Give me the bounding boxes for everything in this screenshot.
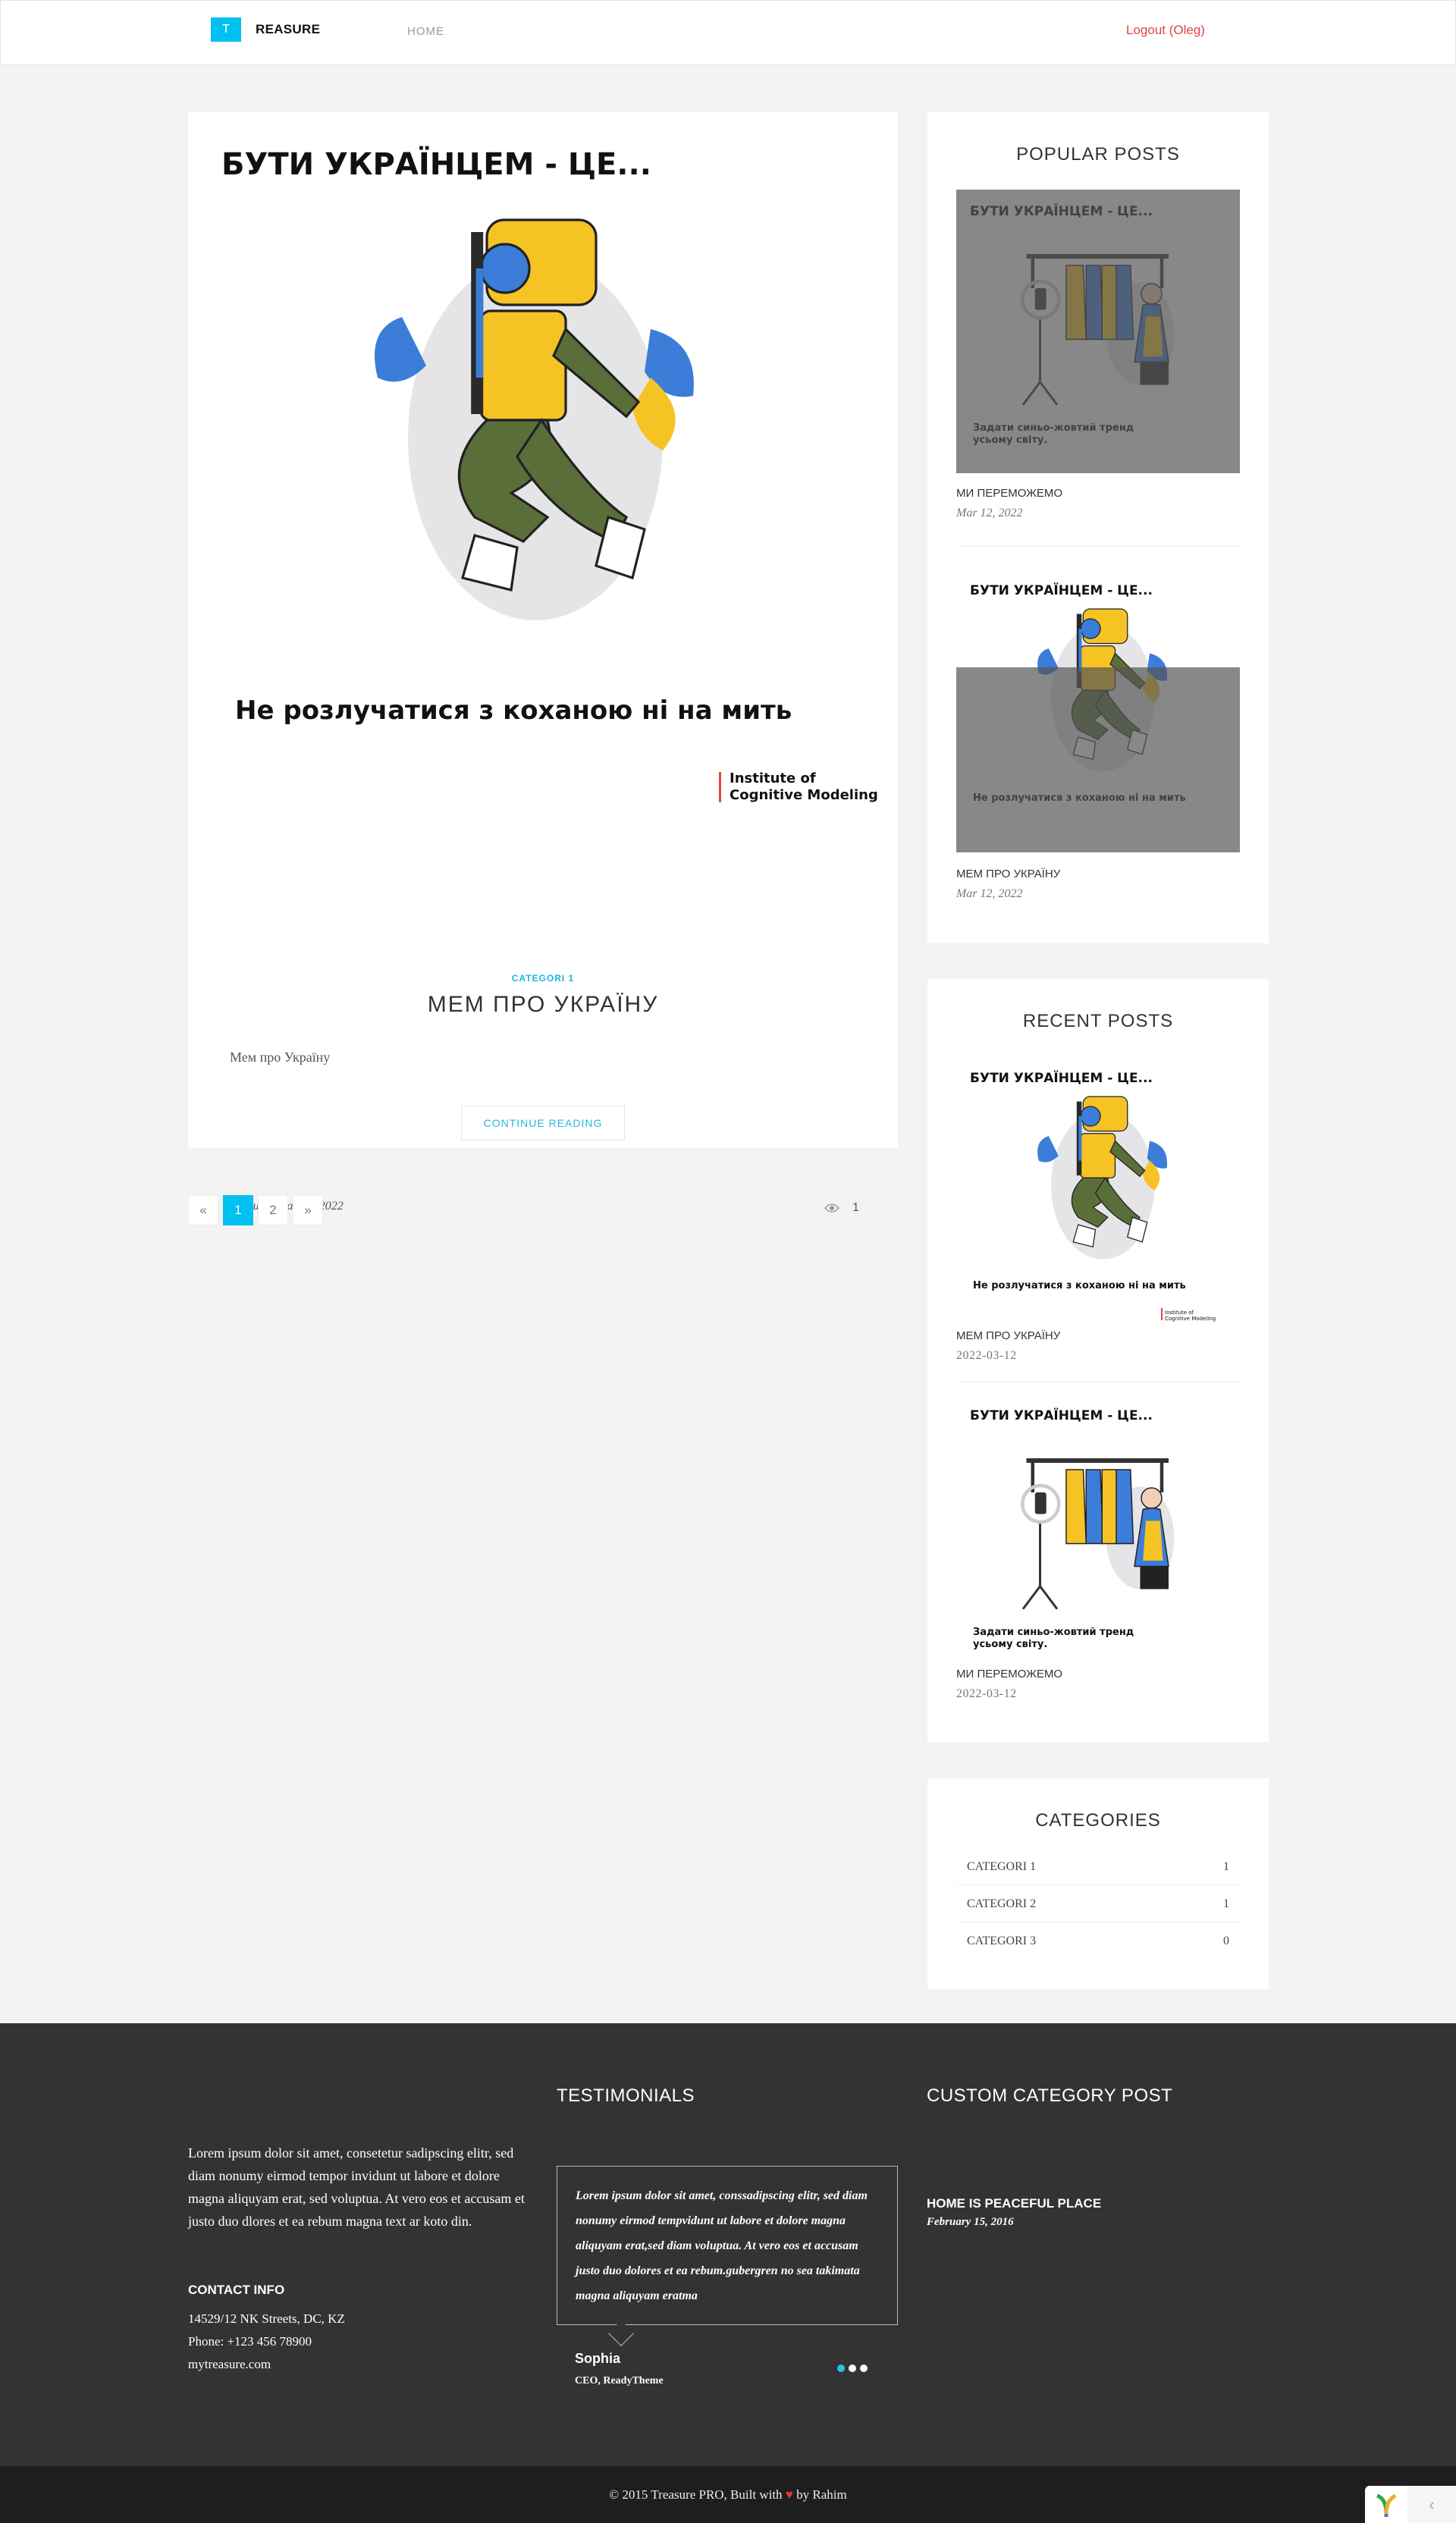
site-logo[interactable]: T REASURE <box>211 17 320 42</box>
category-count: 0 <box>1223 1935 1229 1947</box>
popular-post-1-date: Mar 12, 2022 <box>956 507 1023 519</box>
testimonial-author: Sophia <box>575 2351 621 2366</box>
category-name[interactable]: CATEGORI 1 <box>967 1860 1036 1874</box>
svg-text:Institute of: Institute of <box>1165 1310 1194 1316</box>
recent-post-1-date: 2022-03-12 <box>956 1349 1017 1362</box>
category-row-2[interactable]: CATEGORI 2 1 <box>967 1897 1229 1911</box>
image-title-text: БУТИ УКРАЇНЦЕМ - ЦЕ... <box>221 146 651 182</box>
footer-about-text: Lorem ipsum dolor sit amet, consetetur s… <box>188 2145 525 2229</box>
category-row-1[interactable]: CATEGORI 1 1 <box>967 1860 1229 1874</box>
pagination: « 1 2 » <box>188 1195 328 1225</box>
institute-line1: Institute of <box>730 770 816 786</box>
quote-tail <box>608 2321 634 2346</box>
post-excerpt: Мем про Україну <box>230 1050 331 1065</box>
testimonial-carousel-dots <box>837 2365 871 2372</box>
custom-post-date: February 15, 2016 <box>927 2216 1014 2228</box>
contact-site[interactable]: mytreasure.com <box>188 2357 271 2372</box>
category-row-3[interactable]: CATEGORI 3 0 <box>967 1935 1229 1948</box>
post-category[interactable]: CATEGORI 1 <box>188 973 898 984</box>
pagination-page-1[interactable]: 1 <box>223 1195 253 1225</box>
svg-text:Cognitive Modeling: Cognitive Modeling <box>1165 1316 1216 1322</box>
categories-widget: CATEGORIES CATEGORI 1 1 CATEGORI 2 1 CAT… <box>927 1778 1269 1989</box>
svg-text:БУТИ УКРАЇНЦЕМ - ЦЕ...: БУТИ УКРАЇНЦЕМ - ЦЕ... <box>970 1407 1153 1423</box>
category-name[interactable]: CATEGORI 2 <box>967 1897 1036 1911</box>
carousel-dot-1[interactable] <box>837 2365 845 2372</box>
logout-link[interactable]: Logout (Oleg) <box>1126 23 1205 38</box>
pagination-next[interactable]: » <box>293 1195 323 1225</box>
popular-posts-widget: POPULAR POSTS БУТИ УКРАЇНЦЕМ - ЦЕ... Зад… <box>927 112 1269 943</box>
post-featured-image[interactable]: БУТИ УКРАЇНЦЕМ - ЦЕ... Не розлучатися з … <box>188 112 898 825</box>
popular-post-1-image[interactable]: БУТИ УКРАЇНЦЕМ - ЦЕ... Задати синьо-жовт… <box>956 190 1240 473</box>
copyright-text: © 2015 Treasure PRO, Built with ♥ by Rah… <box>609 2487 847 2502</box>
testimonial-quote-box: Lorem ipsum dolor sit amet, conssadipsci… <box>557 2166 898 2346</box>
views-count: 1 <box>852 1201 859 1214</box>
heart-icon: ♥ <box>785 2487 793 2502</box>
svg-text:БУТИ УКРАЇНЦЕМ - ЦЕ...: БУТИ УКРАЇНЦЕМ - ЦЕ... <box>970 1069 1153 1086</box>
recent-post-2-image[interactable]: БУТИ УКРАЇНЦЕМ - ЦЕ... Задати синьо-жовт… <box>956 1394 1240 1677</box>
top-navbar: T REASURE HOME Logout (Oleg) <box>0 0 1456 65</box>
chevron-left-icon[interactable]: ‹ <box>1407 2486 1456 2523</box>
recent-posts-title: RECENT POSTS <box>1022 1011 1174 1031</box>
recent-posts-widget: RECENT POSTS БУТИ УКРАЇНЦЕМ - ЦЕ... Не р… <box>927 979 1269 1743</box>
copyright-bar: © 2015 Treasure PRO, Built with ♥ by Rah… <box>0 2466 1456 2523</box>
category-count: 1 <box>1223 1897 1229 1910</box>
contact-info-heading: CONTACT INFO <box>188 2283 285 2297</box>
continue-reading-button[interactable]: CONTINUE READING <box>461 1106 625 1141</box>
popular-post-2-date: Mar 12, 2022 <box>956 887 1023 900</box>
yii-logo-icon[interactable] <box>1365 2486 1407 2523</box>
category-count: 1 <box>1223 1860 1229 1873</box>
custom-post-title[interactable]: HOME IS PEACEFUL PLACE <box>927 2196 1101 2211</box>
logo-text: REASURE <box>256 22 321 36</box>
contact-phone: Phone: +123 456 78900 <box>188 2334 312 2349</box>
post-title[interactable]: МЕМ ПРО УКРАЇНУ <box>188 992 898 1018</box>
debug-toolbar[interactable]: ‹ <box>1365 2486 1456 2523</box>
image-caption-text: Не розлучатися з коханою ні на мить <box>235 695 792 726</box>
post-divider <box>230 1174 856 1175</box>
popular-post-2-title[interactable]: МЕМ ПРО УКРАЇНУ <box>956 868 1060 880</box>
pagination-prev[interactable]: « <box>188 1195 218 1225</box>
categories-title: CATEGORIES <box>1035 1810 1161 1831</box>
recent-post-1-title[interactable]: МЕМ ПРО УКРАЇНУ <box>956 1329 1060 1342</box>
category-name[interactable]: CATEGORI 3 <box>967 1935 1036 1948</box>
recent-post-1-image[interactable]: БУТИ УКРАЇНЦЕМ - ЦЕ... Не розлучатися з … <box>956 1056 1240 1340</box>
institute-line2: Cognitive Modeling <box>730 787 878 803</box>
svg-text:БУТИ УКРАЇНЦЕМ - ЦЕ...: БУТИ УКРАЇНЦЕМ - ЦЕ... <box>970 582 1153 598</box>
post-card: БУТИ УКРАЇНЦЕМ - ЦЕ... Не розлучатися з … <box>188 112 898 1222</box>
carousel-dot-3[interactable] <box>860 2365 868 2372</box>
views-counter: 1 <box>817 1194 859 1222</box>
testimonial-role: CEO, ReadyTheme <box>575 2375 664 2386</box>
testimonials-heading: TESTIMONIALS <box>557 2085 695 2106</box>
popular-post-2-image[interactable]: БУТИ УКРАЇНЦЕМ - ЦЕ... Не розлучатися з … <box>956 569 1240 852</box>
custom-category-heading: CUSTOM CATEGORY POST <box>927 2085 1173 2106</box>
logo-mark: T <box>211 17 241 42</box>
svg-text:Задати синьо-жовтий тренд: Задати синьо-жовтий тренд <box>973 1627 1134 1638</box>
carousel-dot-2[interactable] <box>849 2365 856 2372</box>
category-divider <box>956 1884 1240 1885</box>
pagination-page-2[interactable]: 2 <box>258 1195 288 1225</box>
footer: Lorem ipsum dolor sit amet, consetetur s… <box>0 2023 1456 2466</box>
contact-address: 14529/12 NK Streets, DC, KZ <box>188 2311 345 2326</box>
popular-posts-title: POPULAR POSTS <box>1016 144 1180 165</box>
recent-post-2-date: 2022-03-12 <box>956 1687 1017 1700</box>
svg-text:Не розлучатися з коханою ні на: Не розлучатися з коханою ні на мить <box>973 1280 1186 1291</box>
recent-post-2-title[interactable]: МИ ПЕРЕМОЖЕМО <box>956 1668 1062 1680</box>
svg-text:усьому світу.: усьому світу. <box>973 1639 1047 1650</box>
popular-post-1-title[interactable]: МИ ПЕРЕМОЖЕМО <box>956 487 1062 500</box>
testimonial-quote: Lorem ipsum dolor sit amet, conssadipsci… <box>576 2189 868 2302</box>
nav-home-link[interactable]: HOME <box>407 25 444 38</box>
widget-divider <box>956 546 1240 547</box>
eye-icon <box>817 1194 846 1222</box>
